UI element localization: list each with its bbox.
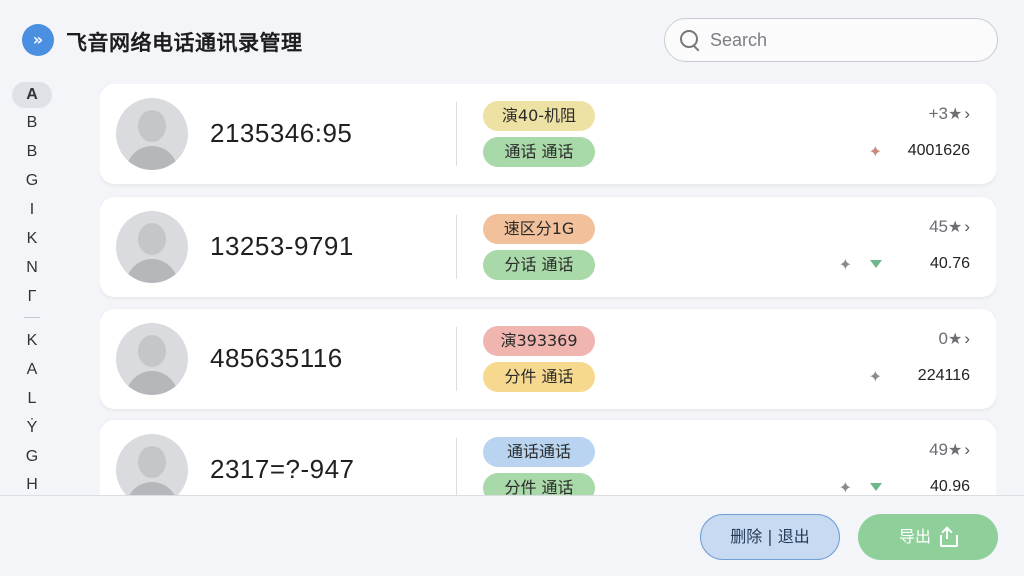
alpha-index-letter[interactable]: A — [12, 82, 52, 108]
card-divider — [456, 438, 457, 495]
phone-number: 2135346:95 — [210, 118, 353, 148]
export-button-label: 导出 — [898, 527, 931, 546]
share-icon — [939, 526, 958, 547]
metric-value: 40.96 — [929, 478, 970, 495]
avatar — [116, 98, 188, 170]
card-divider — [456, 215, 457, 279]
rating[interactable]: 45★ › — [929, 217, 970, 237]
avatar — [116, 434, 188, 495]
alpha-index-letter[interactable]: K — [12, 226, 52, 252]
contact-tag-secondary: 分件 通话 — [483, 473, 595, 495]
phone-number: 2317=?-947 — [210, 454, 355, 484]
rating[interactable]: +3★ › — [929, 104, 970, 124]
delete-exit-button[interactable]: 删除 | 退出 — [700, 514, 840, 560]
chevron-right-icon: › — [964, 104, 970, 123]
metric-row: ✦ 4001626 — [869, 140, 970, 162]
metric-value: 4001626 — [907, 142, 970, 159]
phone-number: 485635116 — [210, 343, 343, 373]
contact-card[interactable]: 485635116 演393369 分件 通话 0★ › ✦ 224116 — [100, 309, 996, 409]
card-divider — [456, 102, 457, 166]
alpha-index-letter[interactable]: Γ — [12, 284, 52, 310]
rating[interactable]: 49★ › — [929, 440, 970, 460]
contact-list[interactable]: 2135346:95 演40-机阻 通话 通话 +3★ › ✦ 4001626 13253-9… — [100, 84, 996, 495]
footer-bar: 删除 | 退出 导出 — [0, 495, 1024, 576]
rating[interactable]: 0★ › — [939, 329, 970, 349]
star-icon: ★ — [947, 219, 963, 236]
alpha-index-letter[interactable]: I — [12, 197, 52, 223]
trend-down-icon — [870, 483, 882, 491]
alphabet-index: ABBGIKNΓKALẎGH — [10, 80, 54, 495]
metric-row: ✦ 40.96 — [838, 476, 970, 496]
avatar-body — [126, 259, 178, 283]
avatar-head — [138, 110, 166, 142]
app-title: 飞音网络电话通讯录管理 — [66, 31, 303, 55]
chevron-right-icon: › — [964, 440, 970, 459]
sparkle-warm-icon: ✦ — [868, 141, 882, 161]
contact-tag-secondary: 分件 通话 — [483, 362, 595, 392]
chevron-right-icon: › — [964, 329, 970, 348]
avatar-body — [126, 482, 178, 495]
header: » 飞音网络电话通讯录管理 — [0, 0, 1024, 78]
sparkle-icon: ✦ — [838, 477, 852, 496]
metric-value: 224116 — [917, 367, 970, 384]
trend-down-icon — [870, 260, 882, 268]
avatar — [116, 211, 188, 283]
contact-card[interactable]: 13253-9791 速区分1G 分话 通话 45★ › ✦ 40.76 — [100, 197, 996, 297]
rating-value: +3 — [928, 104, 948, 123]
contact-tag-primary: 演40-机阻 — [483, 101, 595, 131]
search-input[interactable] — [710, 29, 980, 51]
export-button[interactable]: 导出 — [858, 514, 998, 560]
metric-row: ✦ 40.76 — [839, 253, 970, 275]
contact-tag-primary: 通话通话 — [483, 437, 595, 467]
avatar-body — [126, 371, 178, 395]
alpha-index-letter[interactable]: G — [12, 444, 52, 470]
contact-tag-secondary: 分话 通话 — [483, 250, 595, 280]
chevron-double-down-icon[interactable]: » — [22, 24, 54, 56]
contact-tag-primary: 速区分1G — [483, 214, 595, 244]
chevron-right-icon: › — [964, 217, 970, 236]
search-icon — [679, 29, 701, 51]
sparkle-icon: ✦ — [838, 254, 852, 274]
alpha-index-letter[interactable]: G — [12, 168, 52, 194]
star-icon: ★ — [947, 106, 963, 123]
contact-tag-primary: 演393369 — [483, 326, 595, 356]
avatar-head — [138, 335, 166, 367]
app-window: » 飞音网络电话通讯录管理 ABBGIKNΓKALẎGH 2135346:95 演… — [0, 0, 1024, 576]
rating-value: 45 — [929, 217, 948, 236]
alpha-index-letter[interactable]: B — [12, 110, 52, 136]
alpha-index-letter[interactable]: A — [12, 357, 52, 383]
alpha-index-letter[interactable]: N — [12, 255, 52, 281]
rating-value: 49 — [929, 440, 948, 459]
alpha-index-letter[interactable]: B — [12, 139, 52, 165]
contact-tag-secondary: 通话 通话 — [483, 137, 595, 167]
contact-card[interactable]: 2135346:95 演40-机阻 通话 通话 +3★ › ✦ 4001626 — [100, 84, 996, 184]
star-icon: ★ — [947, 331, 963, 348]
card-divider — [456, 327, 457, 391]
alpha-index-letter[interactable]: K — [12, 328, 52, 354]
alpha-index-letter[interactable]: L — [12, 386, 52, 412]
metric-value: 40.76 — [929, 255, 970, 272]
alpha-index-letter[interactable]: Ẏ — [12, 415, 52, 441]
search-box[interactable] — [664, 18, 998, 62]
contact-card[interactable]: 2317=?-947 通话通话分件 通话 49★ › ✦ 40.96 — [100, 420, 996, 495]
avatar-head — [138, 223, 166, 255]
star-icon: ★ — [947, 442, 963, 459]
sparkle-icon: ✦ — [868, 366, 882, 386]
alpha-divider — [24, 317, 40, 318]
rating-value: 0 — [938, 329, 948, 348]
avatar — [116, 323, 188, 395]
phone-number: 13253-9791 — [210, 231, 354, 261]
avatar-body — [126, 146, 178, 170]
avatar-head — [138, 446, 166, 478]
metric-row: ✦ 224116 — [869, 365, 970, 387]
